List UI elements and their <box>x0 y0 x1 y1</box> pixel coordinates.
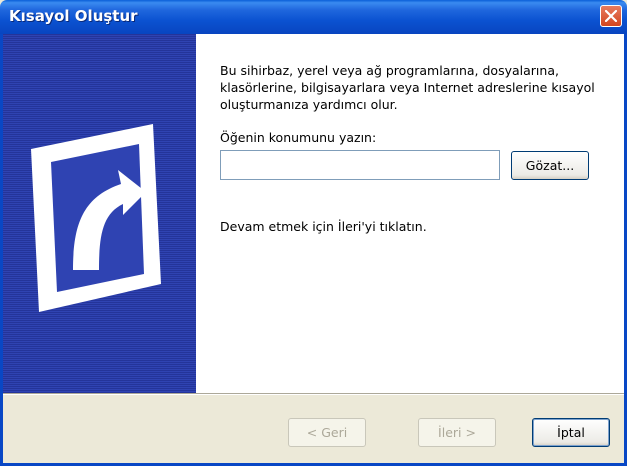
continue-hint: Devam etmek için İleri'yi tıklatın. <box>220 219 427 234</box>
back-button[interactable]: < Geri <box>288 418 366 447</box>
wizard-content: Bu sihirbaz, yerel veya ağ programlarına… <box>196 34 624 393</box>
close-button[interactable] <box>600 5 622 27</box>
location-label: Öğenin konumunu yazın: <box>220 130 377 145</box>
shortcut-arrow-icon <box>31 124 161 312</box>
location-input[interactable] <box>220 150 500 180</box>
next-button[interactable]: İleri > <box>418 418 496 447</box>
wizard-banner <box>3 34 196 393</box>
close-icon <box>605 10 617 22</box>
button-divider <box>3 393 624 395</box>
create-shortcut-dialog: Kısayol Oluştur Bu sihirbaz, yerel veya … <box>0 0 627 466</box>
window-title: Kısayol Oluştur <box>9 7 138 25</box>
cancel-button[interactable]: İptal <box>532 418 610 447</box>
browse-button[interactable]: Gözat... <box>511 151 589 180</box>
title-bar[interactable]: Kısayol Oluştur <box>0 0 627 34</box>
description-text: Bu sihirbaz, yerel veya ağ programlarına… <box>220 63 595 112</box>
